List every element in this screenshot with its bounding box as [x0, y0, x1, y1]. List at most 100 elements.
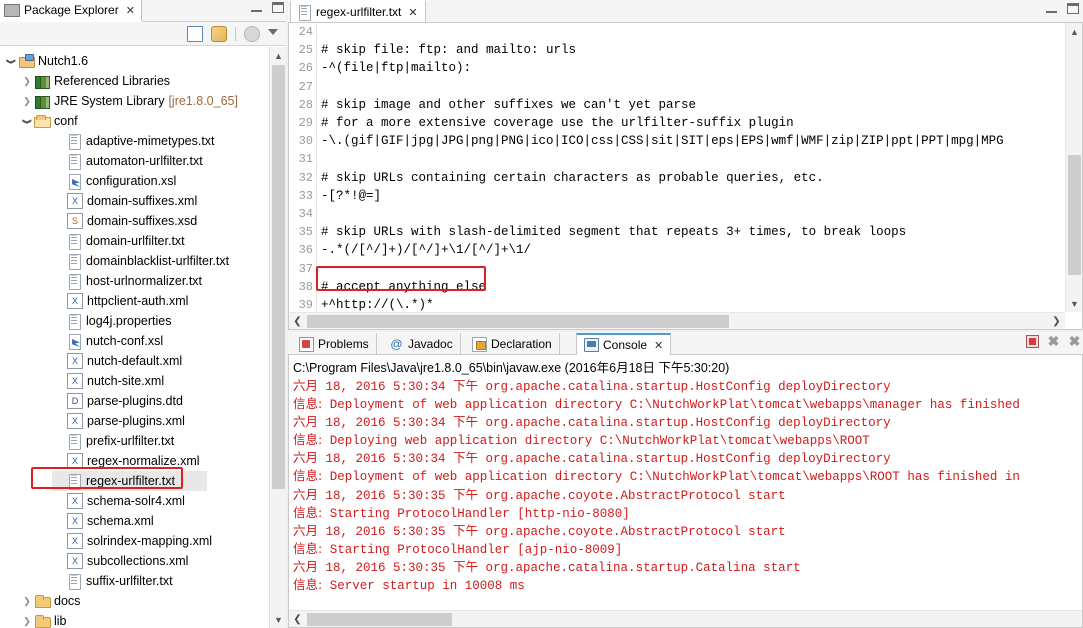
code-line[interactable]: 32 # skip URLs containing certain charact… [289, 169, 1064, 187]
tree-item-httpclient-auth-xml[interactable]: Xhttpclient-auth.xml [0, 291, 266, 311]
tab-label: Declaration [491, 337, 552, 351]
minimize-icon[interactable] [1046, 4, 1057, 13]
tree-item-automaton-urlfilter-txt[interactable]: automaton-urlfilter.txt [0, 151, 266, 171]
code-line[interactable]: 25 # skip file: ftp: and mailto: urls [289, 41, 1064, 59]
scroll-down-icon[interactable]: ▼ [270, 611, 286, 628]
tree-item-suffix-urlfilter-txt[interactable]: suffix-urlfilter.txt [0, 571, 266, 591]
editor-horizontal-scrollbar[interactable]: ❮ ❯ [289, 312, 1065, 329]
remove-all-terminated-icon[interactable]: ✖ [1068, 334, 1081, 348]
code-text-area[interactable]: 24 25 # skip file: ftp: and mailto: urls 26… [289, 23, 1064, 311]
scroll-left-icon[interactable]: ❮ [289, 611, 306, 627]
tree-item-label: domain-suffixes.xsd [87, 214, 198, 228]
console-line: 六月 18, 2016 5:30:34 下午 org.apache.catali… [293, 413, 1082, 431]
scroll-left-icon[interactable]: ❮ [289, 313, 306, 330]
close-icon[interactable]: ✕ [654, 339, 663, 352]
chevron-right-icon[interactable]: ❯ [20, 76, 34, 87]
code-line[interactable]: 36 -.*(/[^/]+)/[^/]+\1/[^/]+\1/ [289, 241, 1064, 259]
code-line[interactable]: 34 [289, 205, 1064, 223]
x-icon: X [67, 493, 83, 509]
scroll-up-icon[interactable]: ▲ [1066, 23, 1083, 40]
tree-item-docs[interactable]: ❯ docs [0, 591, 266, 611]
code-line[interactable]: 30 -\.(gif|GIF|jpg|JPG|png|PNG|ico|ICO|cs… [289, 132, 1064, 150]
tree-item-conf[interactable]: ❱ conf [0, 111, 266, 131]
tree-item-regex-normalize-xml[interactable]: Xregex-normalize.xml [0, 451, 266, 471]
tree-item-referenced-libraries[interactable]: ❯ Referenced Libraries [0, 71, 266, 91]
editor-vertical-scrollbar[interactable]: ▲ ▼ [1065, 23, 1082, 312]
code-line[interactable]: 29 # for a more extensive coverage use th… [289, 114, 1064, 132]
code-line[interactable]: 31 [289, 150, 1064, 168]
scroll-thumb[interactable] [1068, 155, 1081, 275]
focus-on-active-task-icon[interactable] [244, 25, 260, 42]
collapse-all-icon[interactable] [187, 25, 203, 42]
code-line[interactable]: 35 # skip URLs with slash-delimited segme… [289, 223, 1064, 241]
tree-item-subcollections-xml[interactable]: Xsubcollections.xml [0, 551, 266, 571]
explorer-vertical-scrollbar[interactable]: ▲ ▼ [269, 47, 286, 628]
code-line[interactable]: 24 [289, 23, 1064, 41]
tree-item-regex-urlfilter-txt[interactable]: regex-urlfilter.txt [52, 471, 207, 491]
chevron-down-icon[interactable]: ❱ [22, 114, 33, 128]
project-tree[interactable]: ❱ Nutch1.6 ❯ Referenced Libraries ❯ JRE Syste… [0, 47, 286, 628]
console-line: 信息: Starting ProtocolHandler [http-nio-8… [293, 504, 1082, 522]
scroll-up-icon[interactable]: ▲ [270, 47, 286, 64]
tree-item-lib[interactable]: ❯ lib [0, 611, 266, 628]
tree-item-nutch-site-xml[interactable]: Xnutch-site.xml [0, 371, 266, 391]
tree-item-host-urlnormalizer-txt[interactable]: host-urlnormalizer.txt [0, 271, 266, 291]
tree-item-nutch-conf-xsl[interactable]: nutch-conf.xsl [0, 331, 266, 351]
tree-item-parse-plugins-dtd[interactable]: Dparse-plugins.dtd [0, 391, 266, 411]
code-line[interactable]: 28 # skip image and other suffixes we can… [289, 96, 1064, 114]
tree-item-configuration-xsl[interactable]: configuration.xsl [0, 171, 266, 191]
tree-item-domainblacklist-urlfilter-txt[interactable]: domainblacklist-urlfilter.txt [0, 251, 266, 271]
console-line: 信息: Server startup in 10008 ms [293, 576, 1082, 594]
lib-icon [34, 93, 50, 109]
close-icon[interactable]: ✕ [408, 6, 417, 19]
tree-item-nutch-default-xml[interactable]: Xnutch-default.xml [0, 351, 266, 371]
maximize-icon[interactable] [1067, 3, 1079, 14]
scroll-thumb[interactable] [272, 65, 285, 489]
maximize-icon[interactable] [272, 2, 284, 13]
view-menu-icon[interactable] [268, 28, 278, 39]
link-with-editor-icon[interactable] [211, 25, 227, 42]
scroll-down-icon[interactable]: ▼ [1066, 295, 1083, 312]
tab-regex-urlfilter[interactable]: regex-urlfilter.txt ✕ [290, 0, 426, 22]
tree-item-sublabel: [jre1.8.0_65] [168, 94, 238, 108]
tree-item-label: conf [54, 114, 78, 128]
tab-console[interactable]: Console ✕ [576, 333, 672, 355]
tree-item-schema-xml[interactable]: Xschema.xml [0, 511, 266, 531]
close-icon[interactable]: ✕ [126, 4, 135, 17]
code-line[interactable]: 38 # accept anything else [289, 278, 1064, 296]
tab-declaration[interactable]: Declaration [465, 333, 560, 355]
tree-item-domain-suffixes-xml[interactable]: Xdomain-suffixes.xml [0, 191, 266, 211]
minimize-icon[interactable] [251, 3, 262, 12]
code-line[interactable]: 26 -^(file|ftp|mailto): [289, 59, 1064, 77]
scroll-thumb[interactable] [307, 315, 729, 328]
chevron-right-icon[interactable]: ❯ [20, 596, 34, 607]
tab-javadoc[interactable]: @ Javadoc [382, 333, 461, 355]
console-line-text: 18, 2016 5:30:34 下午 org.apache.catalina.… [318, 452, 891, 467]
code-line[interactable]: 27 [289, 78, 1064, 96]
code-line[interactable]: 33 -[?*!@=] [289, 187, 1064, 205]
scroll-right-icon[interactable]: ❯ [1048, 313, 1065, 330]
tree-item-nutch1-6[interactable]: ❱ Nutch1.6 [0, 51, 266, 71]
tree-item-parse-plugins-xml[interactable]: Xparse-plugins.xml [0, 411, 266, 431]
code-text: -.*(/[^/]+)/[^/]+\1/[^/]+\1/ [321, 243, 532, 258]
chevron-down-icon[interactable]: ❱ [6, 54, 17, 68]
chevron-right-icon[interactable]: ❯ [20, 96, 34, 107]
tree-item-schema-solr4-xml[interactable]: Xschema-solr4.xml [0, 491, 266, 511]
tree-item-prefix-urlfilter-txt[interactable]: prefix-urlfilter.txt [0, 431, 266, 451]
tree-item-domain-suffixes-xsd[interactable]: Sdomain-suffixes.xsd [0, 211, 266, 231]
console-horizontal-scrollbar[interactable]: ❮ [289, 610, 1082, 627]
tree-item-adaptive-mimetypes-txt[interactable]: adaptive-mimetypes.txt [0, 131, 266, 151]
tree-item-jre-system-library[interactable]: ❯ JRE System Library [jre1.8.0_65] [0, 91, 266, 111]
chevron-right-icon[interactable]: ❯ [20, 616, 34, 627]
tree-item-domain-urlfilter-txt[interactable]: domain-urlfilter.txt [0, 231, 266, 251]
tab-problems[interactable]: Problems [292, 333, 377, 355]
code-line[interactable]: 39 +^http://(\.*)* [289, 296, 1064, 311]
code-line[interactable]: 37 [289, 259, 1064, 277]
remove-launch-icon[interactable]: ✖ [1047, 334, 1060, 348]
tree-item-solrindex-mapping-xml[interactable]: Xsolrindex-mapping.xml [0, 531, 266, 551]
console-output[interactable]: C:\Program Files\Java\jre1.8.0_65\bin\ja… [288, 355, 1083, 628]
terminate-icon[interactable] [1026, 335, 1039, 348]
scroll-thumb[interactable] [307, 613, 452, 626]
tab-package-explorer[interactable]: Package Explorer ✕ [0, 0, 142, 22]
tree-item-log4j-properties[interactable]: log4j.properties [0, 311, 266, 331]
